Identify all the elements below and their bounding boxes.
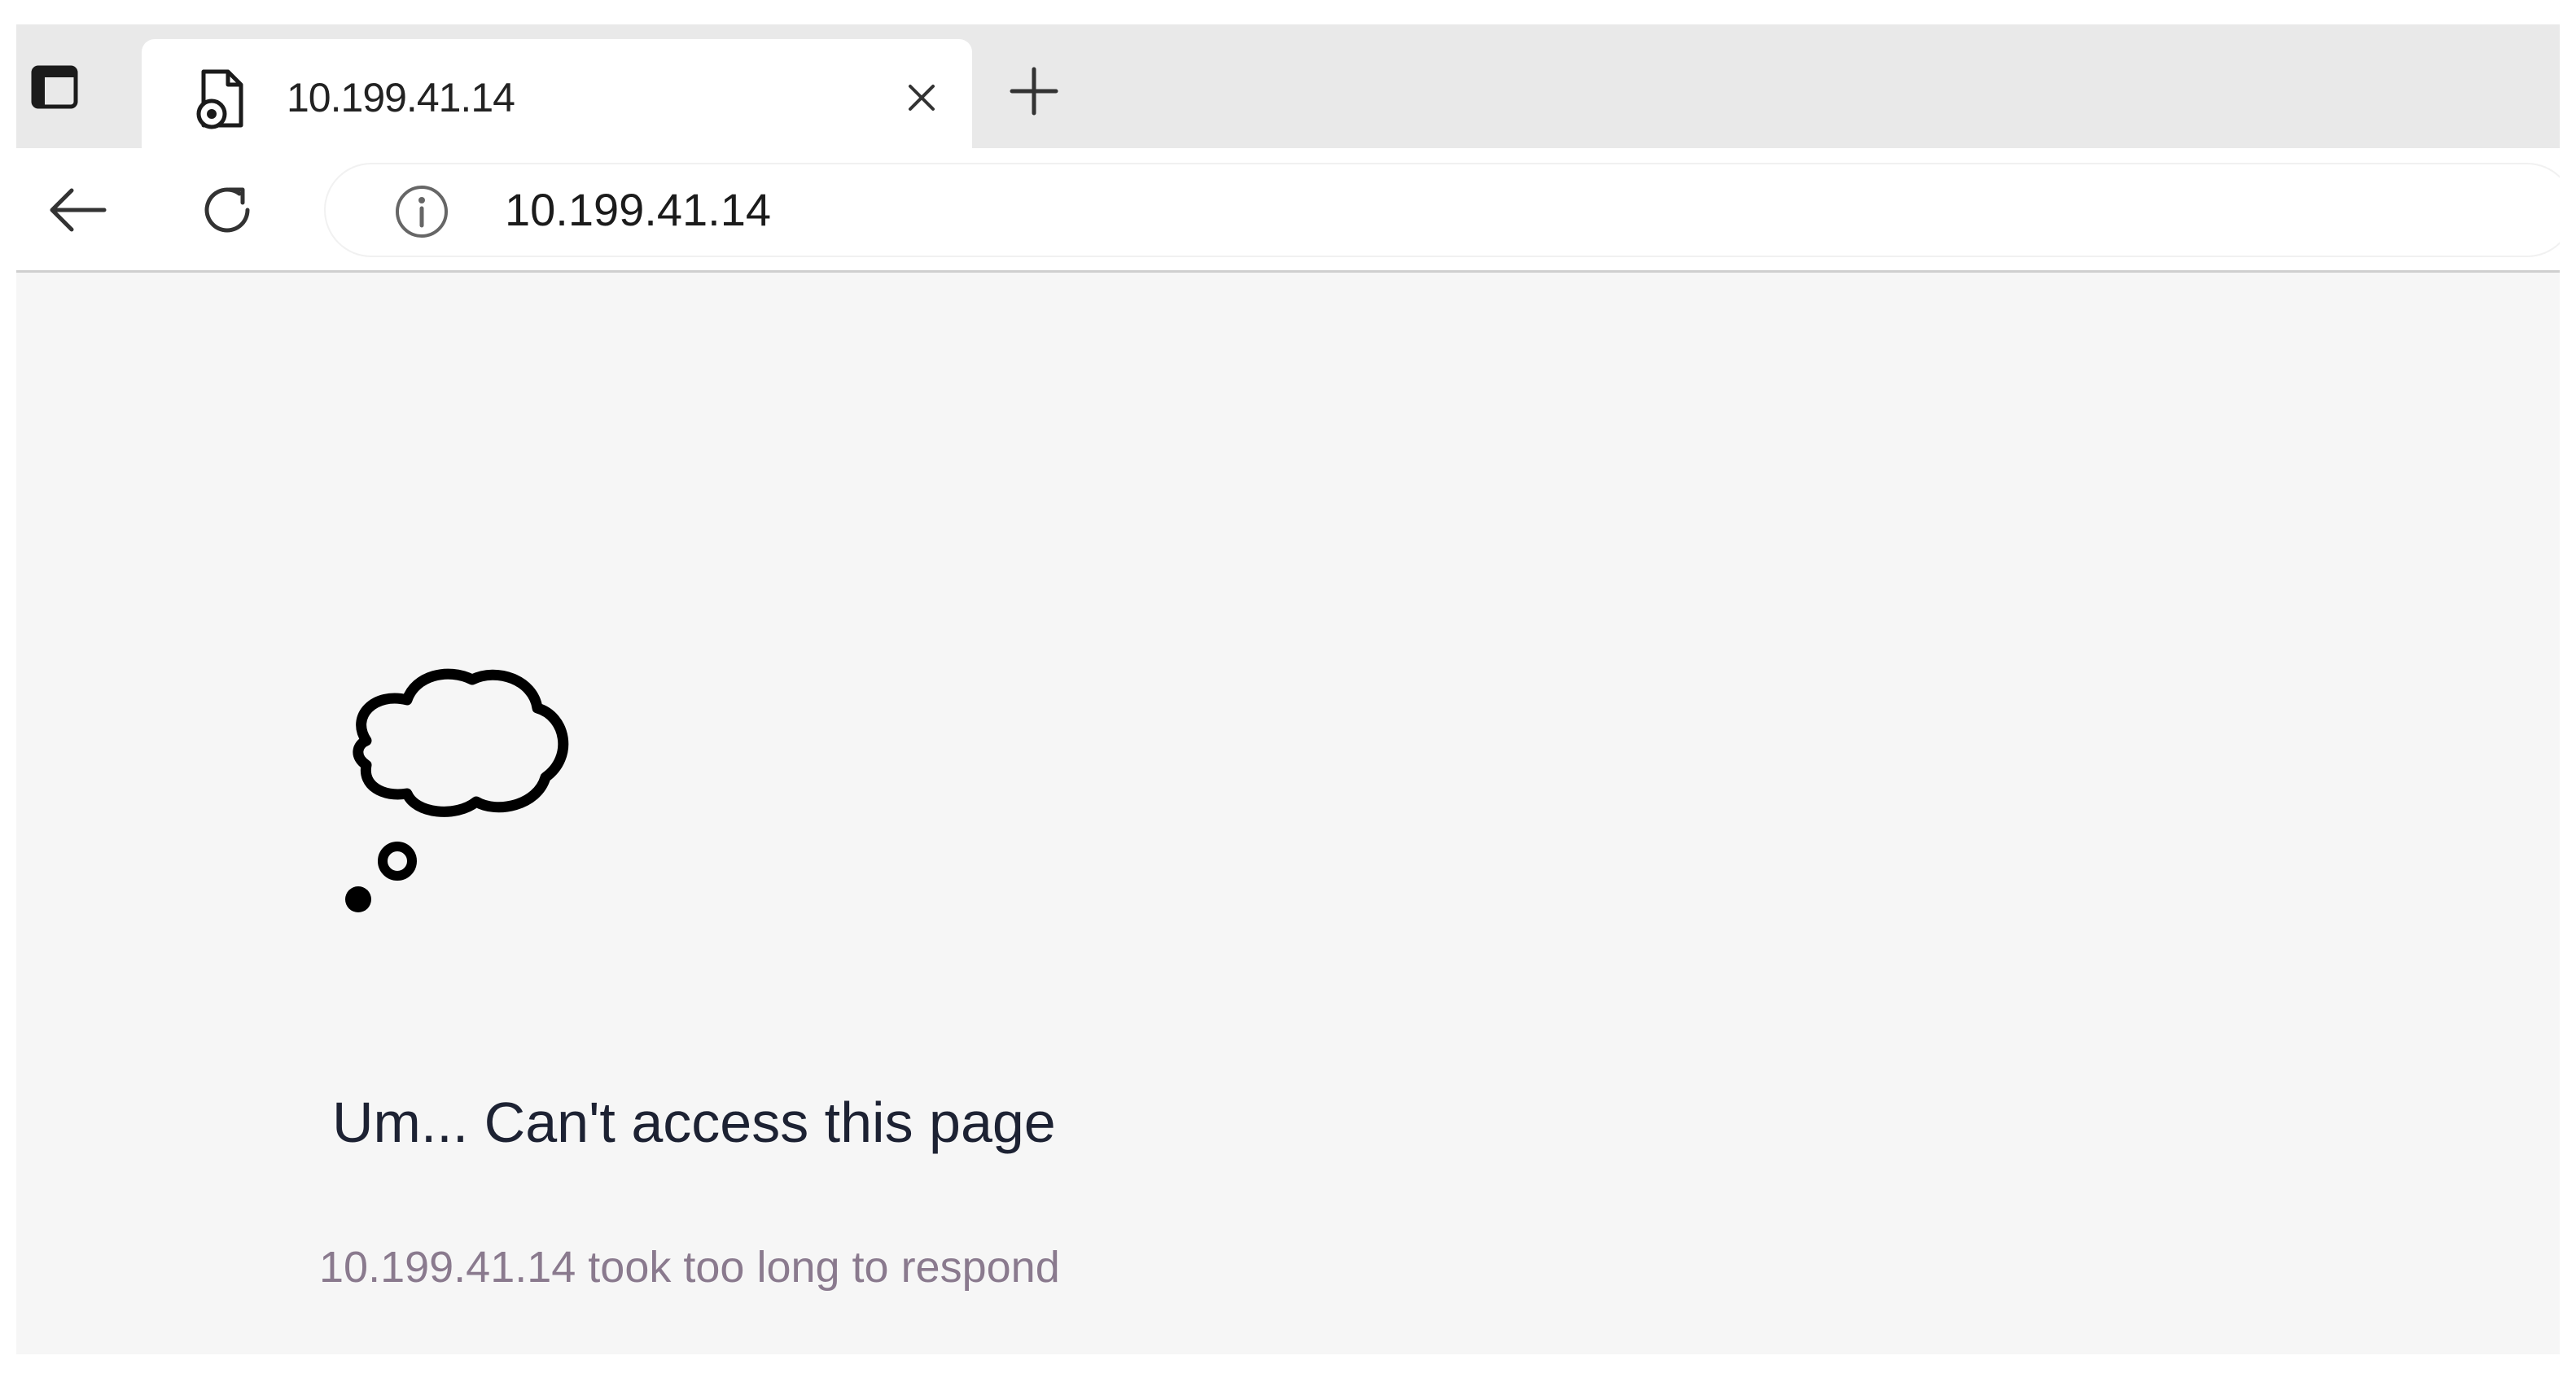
arrow-left-icon [50, 188, 107, 232]
address-bar[interactable]: 10.199.41.14 [326, 164, 2560, 256]
tab-title: 10.199.41.14 [287, 75, 515, 120]
error-detail: 10.199.41.14 took too long to respond [319, 1243, 1060, 1292]
refresh-icon [204, 187, 250, 233]
close-icon [909, 85, 935, 111]
tab-close-button[interactable] [899, 75, 944, 120]
error-heading: Um... Can't access this page [332, 1091, 1056, 1154]
site-info-button[interactable] [392, 182, 451, 241]
info-icon [396, 186, 448, 238]
tab-actions-icon [31, 65, 78, 109]
tab-active[interactable]: 10.199.41.14 [142, 39, 972, 148]
browser-window: 10.199.41.14 10.199.41.14 Um... Can't ac… [16, 24, 2560, 1354]
document-error-icon [196, 69, 243, 129]
new-tab-button[interactable] [1003, 60, 1065, 122]
plus-icon [1010, 67, 1058, 116]
thought-cloud-icon [345, 668, 569, 912]
tab-actions-button[interactable] [26, 59, 83, 116]
back-button[interactable] [41, 177, 114, 243]
navigation-toolbar: 10.199.41.14 [16, 148, 2560, 273]
tab-strip: 10.199.41.14 [16, 24, 2560, 148]
reload-button[interactable] [191, 177, 264, 243]
address-input[interactable]: 10.199.41.14 [505, 182, 771, 238]
